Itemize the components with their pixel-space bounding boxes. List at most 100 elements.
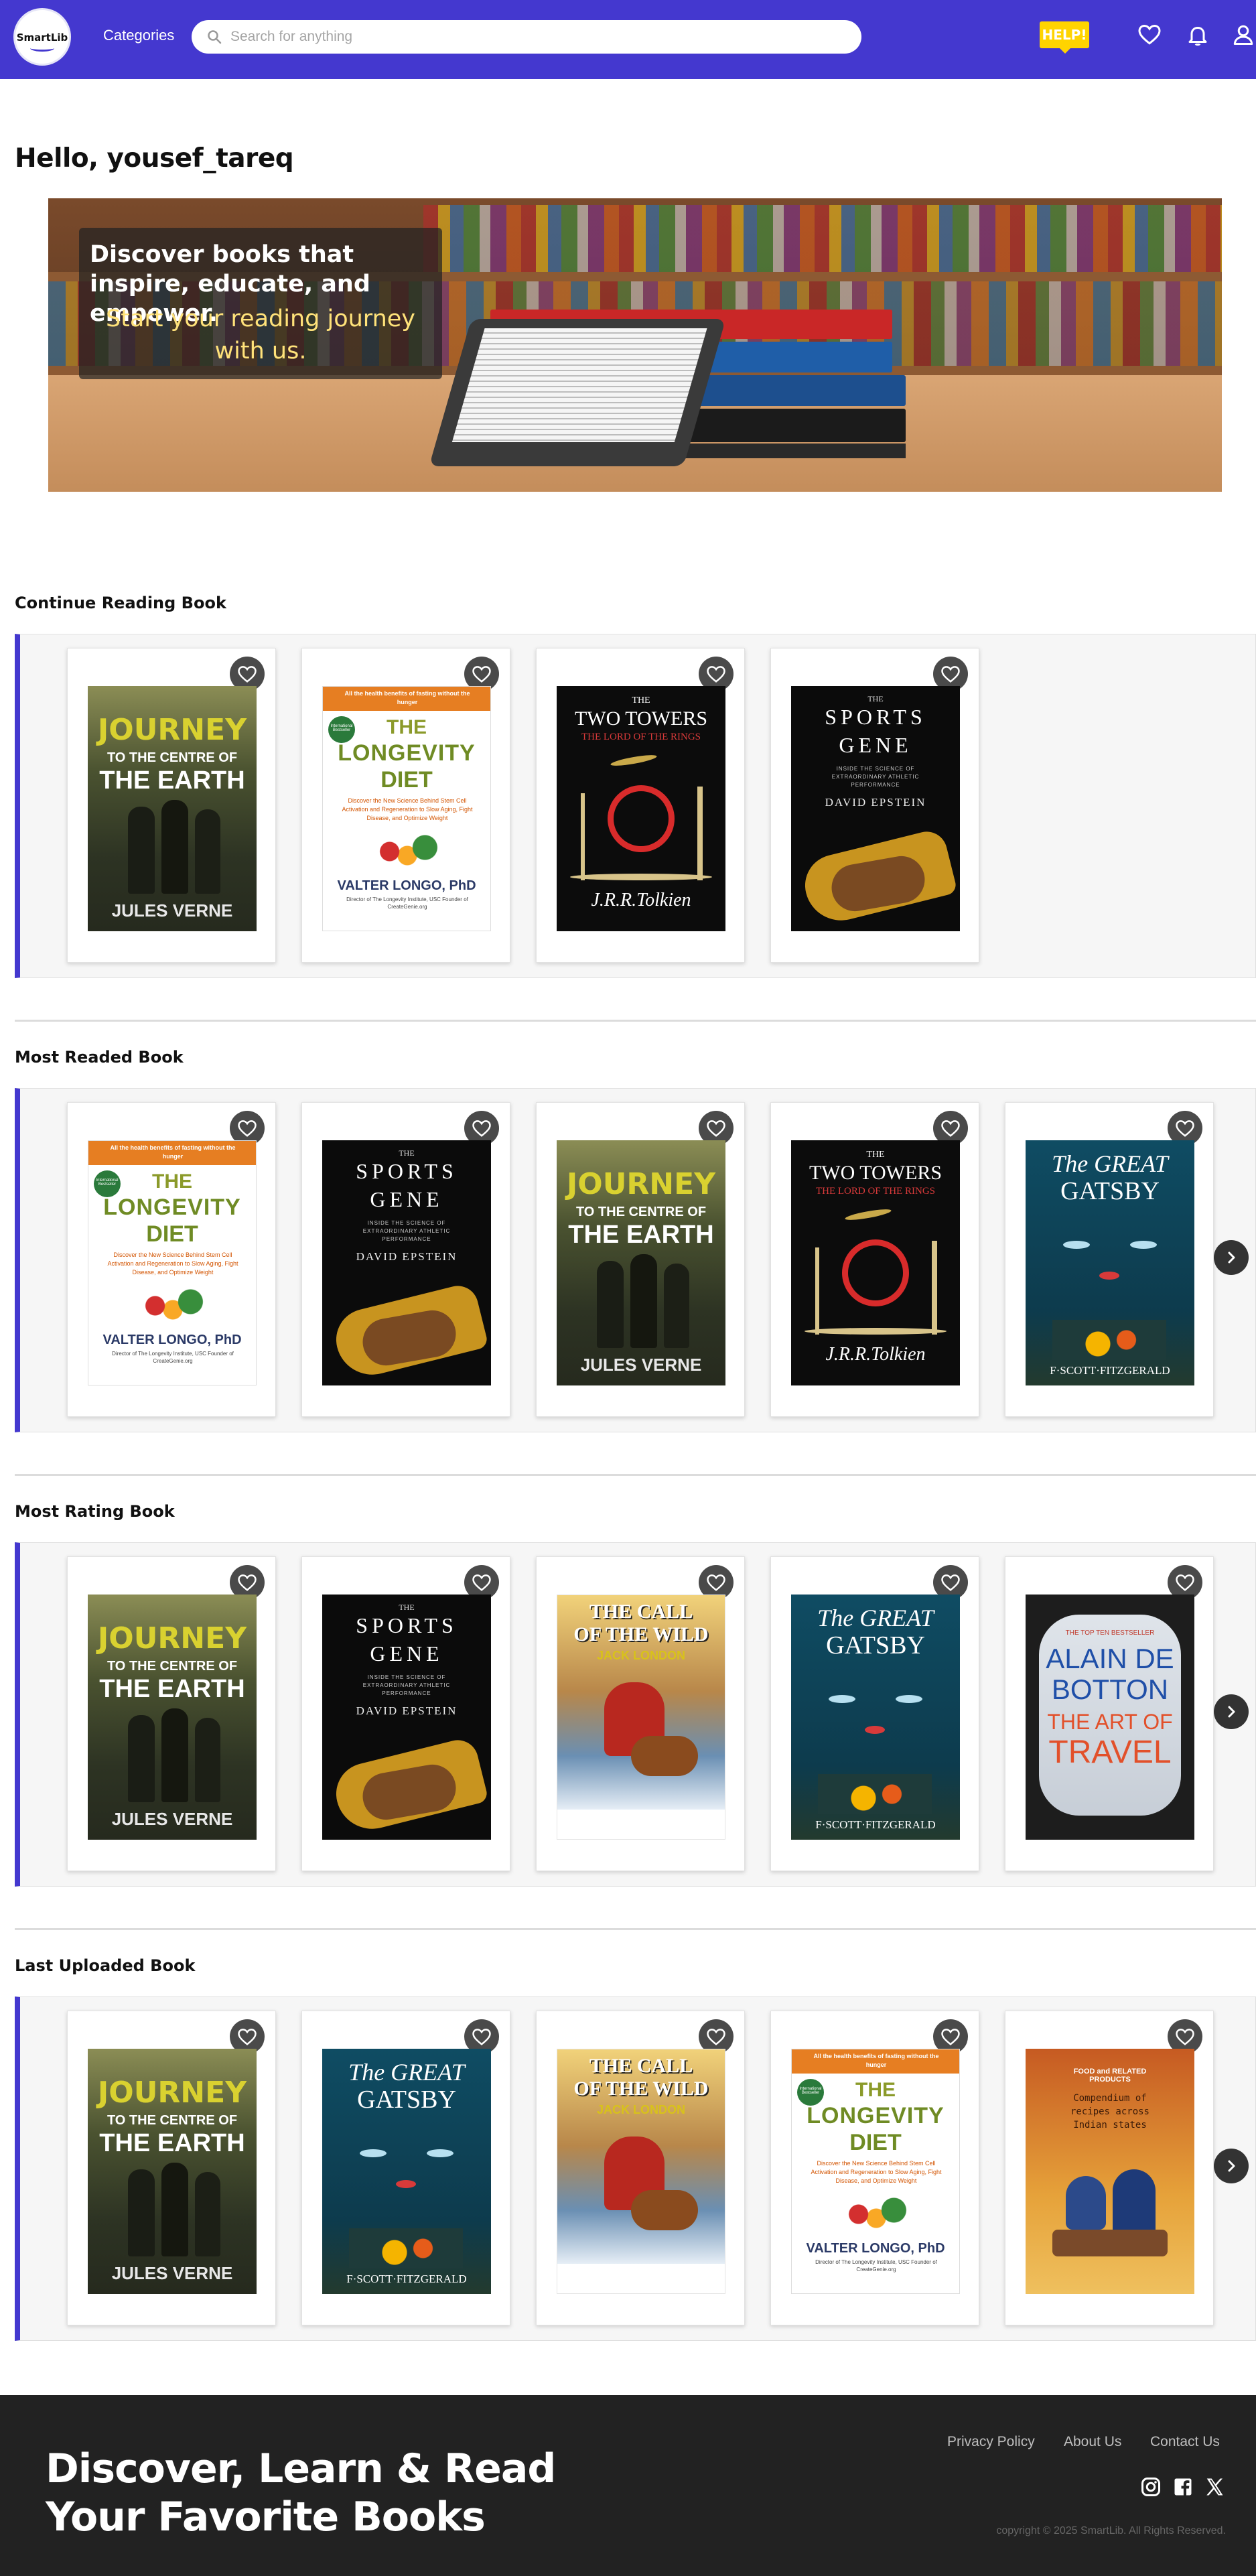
book-card[interactable]: THE TWO TOWERS THE LORD OF THE RINGS J.R.R.… — [536, 648, 745, 963]
book-card[interactable]: JOURNEY TO THE CENTRE OF THE EARTH JULES VE… — [67, 1556, 276, 1871]
cover-title: THE — [867, 694, 884, 703]
book-cover-great-gatsby: The GREAT GATSBY F·SCOTT·FITZGERALD — [1026, 1140, 1194, 1385]
privacy-policy-link[interactable]: Privacy Policy — [947, 2434, 1035, 2450]
copyright-text: copyright © 2025 SmartLib. All Rights Re… — [996, 2525, 1226, 2536]
search-bar[interactable] — [192, 20, 861, 54]
cover-blurb: Discover the New Science Behind Stem Cel… — [342, 797, 473, 821]
cover-title: THE — [866, 1150, 885, 1160]
cover-author: JULES VERNE — [111, 1809, 233, 1829]
cover-title: THE EARTH — [568, 1221, 714, 1249]
book-cover-great-gatsby: The GREAT GATSBY F·SCOTT·FITZGERALD — [322, 2049, 491, 2294]
book-card[interactable]: All the health benefits of fasting witho… — [301, 648, 510, 963]
book-card[interactable]: JOURNEY TO THE CENTRE OF THE EARTH JULES VE… — [67, 648, 276, 963]
user-icon[interactable] — [1231, 23, 1255, 47]
section-title-last-uploaded-book: Last Uploaded Book — [15, 1956, 196, 1975]
book-card[interactable]: THE TOP TEN BESTSELLER ALAIN DE BOTTON THE … — [1005, 1556, 1214, 1871]
book-cover-two-towers: THE TWO TOWERS THE LORD OF THE RINGS J.R.R.… — [791, 1140, 960, 1385]
cover-title: THE — [632, 695, 650, 705]
cover-label: THE TOP TEN BESTSELLER — [1065, 1629, 1155, 1637]
cover-subtitle: INSIDE THE SCIENCE OF EXTRAORDINARY ATHL… — [362, 1220, 451, 1242]
cover-credit: Director of The Longevity Institute, USC… — [346, 896, 468, 910]
cover-author: JACK LONDON — [596, 1649, 685, 1662]
book-cover-art-of-travel: THE TOP TEN BESTSELLER ALAIN DE BOTTON THE … — [1026, 1595, 1194, 1840]
search-input[interactable] — [230, 25, 847, 48]
cover-author: JACK LONDON — [596, 2103, 685, 2116]
hero-caption-box: Discover books that inspire, educate, an… — [79, 228, 442, 379]
book-cover-sports-gene: THE SPORTS GENE INSIDE THE SCIENCE OF EXTRA… — [322, 1140, 491, 1385]
section-title-continue-reading-book: Continue Reading Book — [15, 594, 226, 612]
cover-title: TRAVEL — [1048, 1735, 1172, 1770]
cover-title: THE EARTH — [99, 2129, 245, 2157]
cover-author: VALTER LONGO, PhD — [337, 878, 476, 893]
contact-us-link[interactable]: Contact Us — [1150, 2434, 1220, 2450]
book-card[interactable]: JOURNEY TO THE CENTRE OF THE EARTH JULES VE… — [67, 2011, 276, 2325]
book-cover-two-towers: THE TWO TOWERS THE LORD OF THE RINGS J.R.R.… — [557, 686, 725, 931]
cover-author: VALTER LONGO, PhD — [102, 1333, 242, 1347]
cover-title: SPORTS — [356, 1159, 458, 1183]
book-card[interactable]: All the health benefits of fasting witho… — [770, 2011, 979, 2325]
cover-title: THE CALL — [589, 1601, 693, 1623]
cover-subtitle: THE LORD OF THE RINGS — [581, 732, 701, 742]
book-card[interactable]: The GREAT GATSBY F·SCOTT·FITZGERALD — [1005, 1102, 1214, 1417]
top-navbar: SmartLib Categories HELP! — [0, 0, 1256, 79]
cover-subtitle: INSIDE THE SCIENCE OF EXTRAORDINARY ATHL… — [362, 1674, 451, 1696]
x-twitter-icon[interactable] — [1204, 2477, 1225, 2497]
about-us-link[interactable]: About Us — [1064, 2434, 1121, 2450]
cover-author: DAVID EPSTEIN — [356, 1250, 458, 1263]
logo-text: SmartLib — [16, 31, 68, 44]
heart-icon[interactable] — [1137, 23, 1162, 47]
book-cover-longevity: All the health benefits of fasting witho… — [88, 1140, 257, 1385]
cover-title: SPORTS — [356, 1613, 458, 1637]
section-divider — [15, 1928, 1256, 1930]
hero-ereader — [429, 319, 726, 466]
smartlib-logo[interactable]: SmartLib — [13, 8, 71, 66]
cover-title: THE — [387, 716, 427, 738]
book-cover-longevity: All the health benefits of fasting witho… — [322, 686, 491, 931]
categories-menu[interactable]: Categories — [103, 27, 174, 44]
cover-title: LONGEVITY — [338, 740, 476, 766]
cover-title: JOURNEY — [97, 1621, 247, 1655]
cover-title: SPORTS — [825, 705, 926, 729]
book-card[interactable]: THE SPORTS GENE INSIDE THE SCIENCE OF EXTRA… — [770, 648, 979, 963]
cover-title: THE — [399, 1603, 415, 1612]
book-card[interactable]: FOOD and RELATED PRODUCTS Compendium of r… — [1005, 2011, 1214, 2325]
help-button[interactable]: HELP! — [1040, 21, 1089, 48]
cover-author: ALAIN DE — [1046, 1643, 1174, 1674]
cover-title: THE CALL — [589, 2055, 693, 2077]
book-card[interactable]: The GREAT GATSBY F·SCOTT·FITZGERALD — [770, 1556, 979, 1871]
instagram-icon[interactable] — [1141, 2477, 1161, 2497]
carousel-next-chevron-icon[interactable] — [1214, 1694, 1249, 1729]
cover-title: GENE — [370, 1641, 443, 1666]
book-card[interactable]: THE SPORTS GENE INSIDE THE SCIENCE OF EXTRA… — [301, 1556, 510, 1871]
cover-subtitle: THE LORD OF THE RINGS — [815, 1186, 936, 1197]
cover-title: TO THE CENTRE OF — [107, 2113, 238, 2128]
cover-band: All the health benefits of fasting witho… — [813, 2053, 939, 2068]
cover-author: DAVID EPSTEIN — [825, 796, 926, 809]
carousel-next-chevron-icon[interactable] — [1214, 1240, 1249, 1275]
book-card[interactable]: THE CALL OF THE WILD JACK LONDON — [536, 2011, 745, 2325]
book-card[interactable]: The GREAT GATSBY F·SCOTT·FITZGERALD — [301, 2011, 510, 2325]
book-cover-longevity: All the health benefits of fasting witho… — [791, 2049, 960, 2294]
logo-book-icon — [30, 45, 54, 52]
cover-title: TWO TOWERS — [574, 707, 708, 730]
book-card[interactable]: THE TWO TOWERS THE LORD OF THE RINGS J.R.R.… — [770, 1102, 979, 1417]
footer-tagline: Discover, Learn & Read Your Favorite Boo… — [46, 2445, 556, 2540]
book-cover-food-products: FOOD and RELATED PRODUCTS Compendium of r… — [1026, 2049, 1194, 2294]
cover-title: GENE — [839, 733, 912, 757]
book-card[interactable]: THE CALL OF THE WILD JACK LONDON — [536, 1556, 745, 1871]
cover-title: THE ART OF — [1047, 1710, 1173, 1734]
cover-title: JOURNEY — [97, 713, 247, 747]
cover-title: THE EARTH — [99, 766, 245, 795]
cover-title: GENE — [370, 1187, 443, 1211]
cover-title: OF THE WILD — [573, 2078, 709, 2100]
book-cover-journey: JOURNEY TO THE CENTRE OF THE EARTH JULES VE… — [88, 2049, 257, 2294]
book-card[interactable]: THE SPORTS GENE INSIDE THE SCIENCE OF EXTRA… — [301, 1102, 510, 1417]
bell-icon[interactable] — [1186, 23, 1210, 47]
book-card[interactable]: All the health benefits of fasting witho… — [67, 1102, 276, 1417]
help-badge-tail — [1060, 48, 1070, 54]
facebook-icon[interactable] — [1173, 2477, 1193, 2497]
cover-title: THE — [399, 1148, 415, 1158]
carousel-next-chevron-icon[interactable] — [1214, 2149, 1249, 2183]
cover-title: GATSBY — [1060, 1177, 1160, 1205]
book-card[interactable]: JOURNEY TO THE CENTRE OF THE EARTH JULES VE… — [536, 1102, 745, 1417]
